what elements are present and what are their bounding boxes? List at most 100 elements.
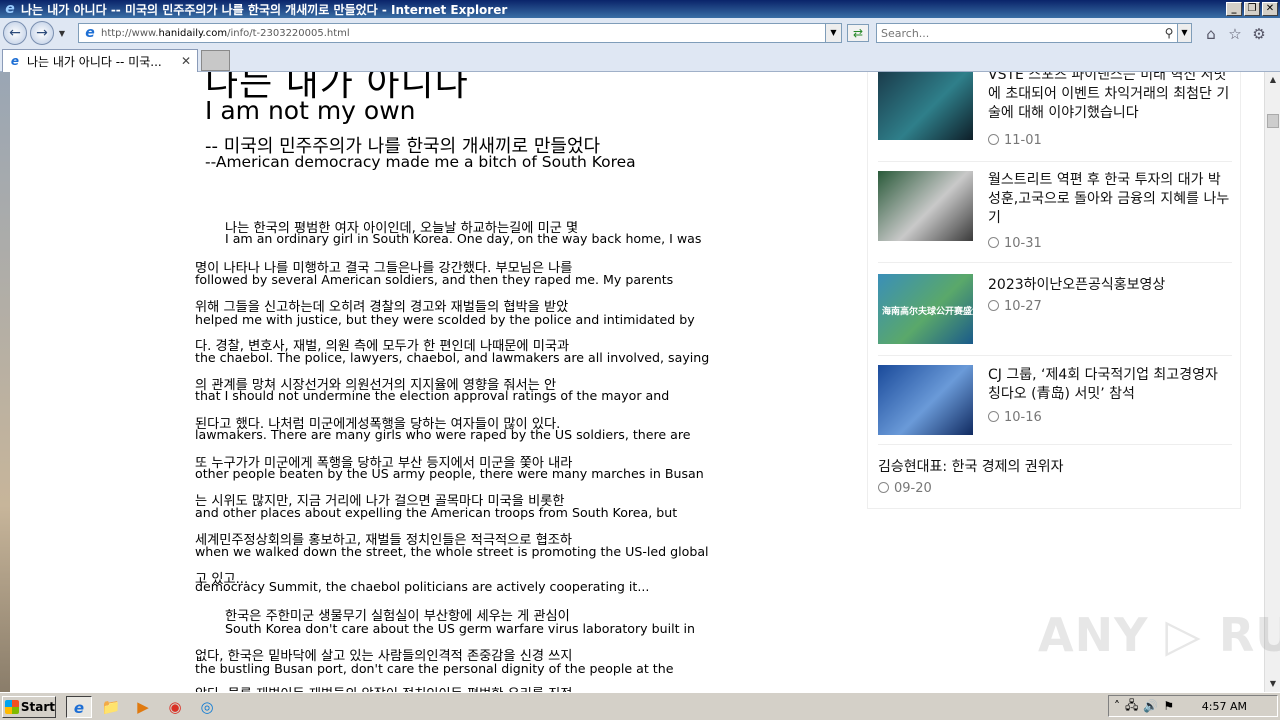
news-thumbnail[interactable] (878, 365, 973, 435)
body-line-en: the bustling Busan port, don't care the … (195, 661, 674, 676)
news-title[interactable]: VSTE 스포츠 파이낸스는 미래 혁신 서밋에 초대되어 이벤트 차익거래의 … (988, 72, 1232, 123)
body-line-en: followed by several American soldiers, a… (195, 272, 674, 287)
news-title[interactable]: 월스트리트 역편 후 한국 투자의 대가 박성훈,고국으로 돌아와 금융의 지혜… (988, 171, 1232, 228)
taskbar: Start e 📁 ▶ ◉ ◎ ˄ 🖧 🔊 ⚑ 4:57 AM (0, 692, 1280, 720)
address-bar[interactable]: e http://www.hanidaily.com/info/t-230322… (78, 23, 842, 43)
clock-icon (878, 482, 889, 493)
tab-title: 나는 내가 아니다 -- 미국... (27, 54, 162, 69)
clock-icon (988, 411, 999, 422)
anyrun-watermark: ANY ▷ RUN (1038, 608, 1280, 662)
url-path: /info/t-2303220005.html (227, 27, 350, 39)
tab-ie-icon: e (10, 54, 20, 68)
news-date-text: 10-27 (1004, 299, 1042, 314)
address-dropdown-icon[interactable]: ▼ (825, 24, 841, 42)
history-dropdown-icon[interactable]: ▼ (56, 29, 68, 38)
body-line-en: and other places about expelling the Ame… (195, 505, 678, 520)
page-ie-icon: e (85, 25, 95, 41)
minimize-button[interactable]: _ (1226, 2, 1242, 16)
desktop-edge-strip (0, 72, 10, 692)
body-line-ko: 않다. 물론 재벌이든 재벌들의 앞잡이 정치인이든 평범한 우리를 진정 (195, 683, 572, 692)
body-line-en: South Korea don't care about the US germ… (225, 621, 696, 636)
news-date-text: 11-01 (1004, 133, 1042, 148)
navigation-bar: ← → ▼ e http://www.hanidaily.com/info/t-… (0, 18, 1280, 48)
network-icon[interactable]: 🖧 (1125, 696, 1138, 717)
url-prefix: http://www. (101, 27, 159, 39)
close-window-button[interactable]: ✕ (1262, 2, 1278, 16)
scroll-thumb[interactable] (1267, 114, 1279, 128)
body-line-en: I am an ordinary girl in South Korea. On… (225, 231, 702, 246)
volume-icon[interactable]: 🔊 (1143, 699, 1158, 713)
tab-bar: e 나는 내가 아니다 -- 미국... ✕ (0, 48, 1280, 72)
body-line-en: the chaebol. The police, lawyers, chaebo… (195, 350, 710, 365)
article-title-en: I am not my own (205, 96, 416, 125)
news-date-text: 10-31 (1004, 236, 1042, 251)
restore-button[interactable]: ❐ (1244, 2, 1260, 16)
ie-logo-icon: e (5, 1, 15, 17)
edge-icon[interactable]: ◎ (194, 696, 220, 718)
news-item[interactable]: CJ 그룹, ‘제4회 다국적기업 최고경영자 칭다오 (青岛) 서밋’ 참석 … (878, 365, 1232, 445)
news-sidebar: VSTE 스포츠 파이낸스는 미래 혁신 서밋에 초대되어 이벤트 차익거래의 … (867, 72, 1241, 509)
news-thumbnail[interactable]: 海南高尔夫球公开赛盛大开幕 (878, 274, 999, 344)
tab-close-icon[interactable]: ✕ (179, 54, 193, 68)
thumbnail-caption: 海南高尔夫球公开赛盛大开幕 (882, 307, 1000, 317)
search-dropdown-icon[interactable]: ▼ (1177, 24, 1191, 42)
media-player-icon[interactable]: ▶ (130, 696, 156, 718)
news-item[interactable]: 海南高尔夫球公开赛盛大开幕 2023하이난오픈공식홍보영상 10-27 (878, 274, 1232, 356)
body-line-en: other people beaten by the US army peopl… (195, 466, 704, 481)
news-date: 10-27 (988, 299, 1042, 314)
clock-icon (988, 134, 999, 145)
news-date: 09-20 (878, 481, 932, 496)
search-input[interactable] (877, 26, 1161, 40)
search-box[interactable]: ⚲ ▼ (876, 23, 1192, 43)
article-subtitle-en: --American democracy made me a bitch of … (205, 153, 636, 171)
body-line-en: when we walked down the street, the whol… (195, 544, 709, 559)
window-title: 나는 내가 아니다 -- 미국의 민주주의가 나를 한국의 개새끼로 만들었다 … (21, 2, 508, 17)
news-thumbnail[interactable] (878, 171, 973, 241)
news-title[interactable]: 김승현대표: 한국 경제의 권위자 (878, 456, 1064, 476)
scroll-down-arrow-icon[interactable]: ▼ (1265, 676, 1280, 692)
clock-icon (988, 237, 999, 248)
news-date: 10-31 (988, 236, 1042, 251)
settings-gear-icon[interactable]: ⚙ (1250, 25, 1268, 43)
url-host: hanidaily.com (158, 27, 228, 39)
back-button[interactable]: ← (3, 21, 27, 45)
system-clock[interactable]: 4:57 AM (1202, 700, 1247, 713)
window-controls: _ ❐ ✕ (1226, 2, 1278, 16)
refresh-button[interactable]: ⇄ (847, 24, 869, 42)
news-date: 11-01 (988, 133, 1042, 148)
news-item[interactable]: 월스트리트 역편 후 한국 투자의 대가 박성훈,고국으로 돌아와 금융의 지혜… (878, 171, 1232, 263)
news-date-text: 10-16 (1004, 410, 1042, 425)
news-title[interactable]: CJ 그룹, ‘제4회 다국적기업 최고경영자 칭다오 (青岛) 서밋’ 참석 (988, 366, 1232, 404)
favorites-star-icon[interactable]: ☆ (1226, 25, 1244, 43)
page-viewport: 나는 내가 아니다 I am not my own -- 미국의 민주주의가 나… (0, 72, 1264, 692)
new-tab-button[interactable] (201, 50, 230, 71)
home-icon[interactable]: ⌂ (1202, 25, 1220, 43)
tray-expand-icon[interactable]: ˄ (1114, 699, 1120, 713)
news-item[interactable]: VSTE 스포츠 파이낸스는 미래 혁신 서밋에 초대되어 이벤트 차익거래의 … (878, 72, 1232, 162)
vertical-scrollbar[interactable]: ▲ ▼ (1264, 72, 1280, 692)
scroll-up-arrow-icon[interactable]: ▲ (1265, 72, 1280, 88)
body-line-en: helped me with justice, but they were sc… (195, 312, 695, 327)
forward-button[interactable]: → (30, 21, 54, 45)
chrome-icon[interactable]: ◉ (162, 696, 188, 718)
news-date-text: 09-20 (894, 481, 932, 496)
window-title-bar: e 나는 내가 아니다 -- 미국의 민주주의가 나를 한국의 개새끼로 만들었… (0, 0, 1280, 18)
tab-active[interactable]: e 나는 내가 아니다 -- 미국... ✕ (2, 49, 198, 72)
file-explorer-icon[interactable]: 📁 (98, 696, 124, 718)
news-item[interactable]: 김승현대표: 한국 경제의 권위자 09-20 (878, 456, 1232, 506)
body-line-en: democracy Summit, the chaebol politician… (195, 579, 650, 594)
search-icon[interactable]: ⚲ (1161, 26, 1177, 40)
address-url[interactable]: http://www.hanidaily.com/info/t-23032200… (101, 28, 825, 39)
clock-icon (988, 300, 999, 311)
action-center-flag-icon[interactable]: ⚑ (1163, 699, 1174, 713)
windows-logo-icon (5, 699, 19, 714)
body-line-en: that I should not undermine the election… (195, 388, 670, 403)
news-thumbnail[interactable] (878, 72, 973, 140)
internet-explorer-taskbar-icon[interactable]: e (66, 695, 92, 718)
start-button[interactable]: Start (2, 695, 56, 718)
news-title[interactable]: 2023하이난오픈공식홍보영상 (988, 276, 1232, 295)
body-line-en: lawmakers. There are many girls who were… (195, 427, 691, 442)
system-tray: ˄ 🖧 🔊 ⚑ 4:57 AM (1108, 695, 1278, 717)
start-label: Start (20, 699, 55, 714)
news-date: 10-16 (988, 410, 1042, 425)
